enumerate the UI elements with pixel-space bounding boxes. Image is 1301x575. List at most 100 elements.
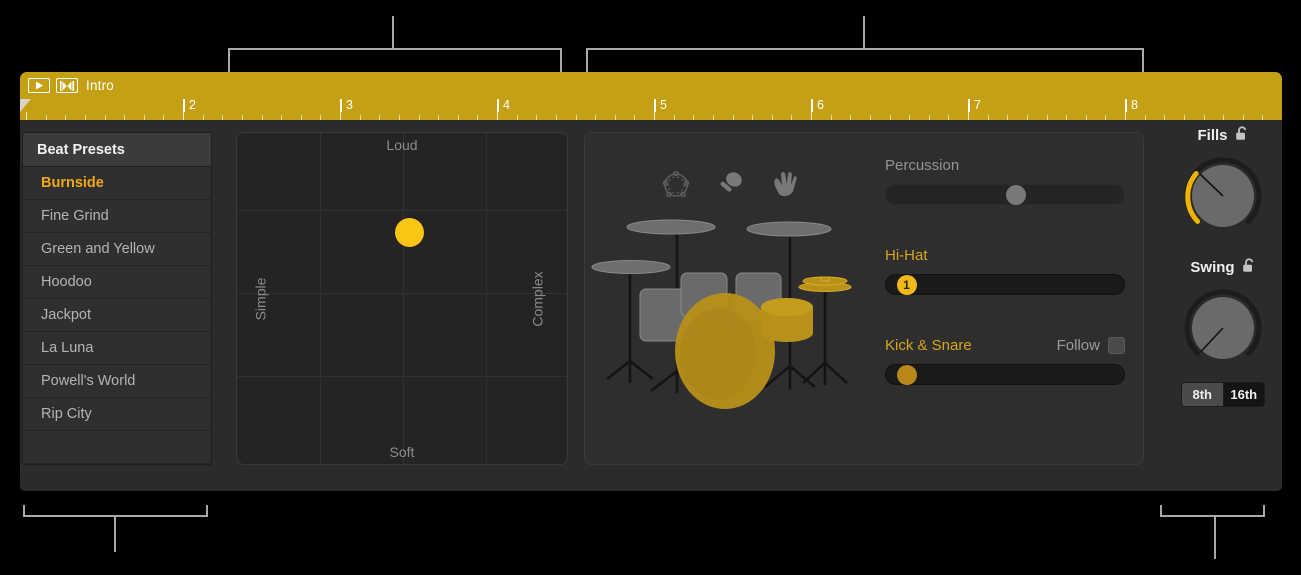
mix-slider-knob[interactable]: 1 [896, 274, 917, 295]
preset-item[interactable]: Green and Yellow [23, 233, 211, 266]
callout-stem [863, 16, 865, 48]
callout-leg-right [560, 48, 562, 72]
beat-presets-list[interactable]: Beat Presets Burnside Fine Grind Green and… [22, 132, 212, 465]
xy-grid-line [486, 133, 487, 464]
drum-panel-wrap: Percussion Hi-Hat 1 Kick & Snare Follow [584, 132, 1144, 491]
unlocked-padlock-icon[interactable] [1235, 125, 1249, 145]
xy-label-complex: Complex [529, 270, 546, 327]
mix-slider[interactable] [885, 184, 1125, 205]
swing-knob[interactable] [1181, 286, 1265, 370]
fills-title-row: Fills [1164, 124, 1282, 146]
xy-grid-line [320, 133, 321, 464]
ruler-bar-label: 2 [183, 99, 196, 112]
follow-tempo-icon[interactable] [56, 78, 78, 93]
fills-label: Fills [1197, 126, 1228, 144]
ruler-bar-label: 7 [968, 99, 981, 112]
callout-leg-right [206, 505, 208, 517]
xy-grid-line [237, 293, 567, 294]
preset-item[interactable]: Rip City [23, 398, 211, 431]
shaker-icon[interactable] [715, 169, 745, 204]
ruler-tick [654, 112, 655, 120]
preset-item-label: La Luna [41, 340, 94, 356]
preset-item[interactable]: Jackpot [23, 299, 211, 332]
ruler-tick [968, 112, 969, 120]
callout-bar [228, 48, 562, 50]
preset-item[interactable]: Powell's World [23, 365, 211, 398]
mix-slider-knob[interactable] [1006, 184, 1026, 205]
drum-kit-panel: Percussion Hi-Hat 1 Kick & Snare Follow [584, 132, 1144, 465]
mix-controls: Percussion Hi-Hat 1 Kick & Snare Follow [875, 133, 1143, 464]
callout-stem [1214, 517, 1216, 559]
ruler-tick [1125, 112, 1126, 120]
mix-label-row: Percussion [885, 155, 1125, 175]
mix-control-group: Percussion [885, 155, 1125, 205]
ruler-tick [497, 112, 498, 120]
callout-stem [114, 517, 116, 552]
follow-toggle-wrap[interactable]: Follow [1056, 336, 1125, 354]
swing-division-segmented-control[interactable]: 8th 16th [1181, 382, 1265, 407]
region-header: Intro 2 3 4 5 6 7 8 [20, 72, 1282, 120]
callout-bar [1160, 515, 1265, 517]
drummer-plugin-window: Intro 2 3 4 5 6 7 8 Beat Presets Burnside Fine … [20, 72, 1282, 491]
swing-division-option[interactable]: 8th [1182, 383, 1223, 406]
unlocked-padlock-icon[interactable] [1242, 257, 1256, 277]
preset-item-label: Jackpot [41, 307, 91, 323]
mix-control-group: Kick & Snare Follow [885, 335, 1125, 385]
preset-item[interactable]: Burnside [23, 167, 211, 200]
right-rail: Fills Swing 8th 16th [1164, 120, 1282, 491]
preset-item[interactable]: La Luna [23, 332, 211, 365]
clap-icon[interactable] [769, 169, 799, 204]
mix-label-row: Hi-Hat [885, 245, 1125, 265]
preset-item-label: Rip City [41, 406, 92, 422]
ruler-tick [811, 112, 812, 120]
swing-division-option[interactable]: 16th [1222, 383, 1264, 406]
mix-control-label: Kick & Snare [885, 336, 972, 354]
mix-control-label: Percussion [885, 156, 960, 174]
callout-leg-right [1142, 48, 1144, 72]
fills-knob[interactable] [1181, 154, 1265, 238]
ruler-tick [183, 112, 184, 120]
preset-item-label: Green and Yellow [41, 241, 155, 257]
preset-item-label: Powell's World [41, 373, 136, 389]
callout-bar [586, 48, 1144, 50]
mix-control-group: Hi-Hat 1 [885, 245, 1125, 295]
region-name-label: Intro [86, 78, 115, 93]
preset-item-label: Fine Grind [41, 208, 109, 224]
drum-kit-art-area [585, 133, 875, 464]
mix-slider-knob[interactable] [896, 364, 917, 385]
xy-pad[interactable]: Loud Soft Simple Complex [236, 132, 568, 465]
region-header-top: Intro [20, 72, 1282, 99]
xy-pad-wrap: Loud Soft Simple Complex [236, 132, 568, 491]
plugin-body: Beat Presets Burnside Fine Grind Green and… [20, 120, 1282, 491]
bar-ruler[interactable]: 2 3 4 5 6 7 8 [20, 99, 1282, 120]
mix-slider[interactable] [885, 364, 1125, 385]
xy-grid-line [403, 133, 404, 464]
mix-slider[interactable]: 1 [885, 274, 1125, 295]
play-icon[interactable] [28, 78, 50, 93]
tambourine-icon[interactable] [661, 169, 691, 204]
ruler-bar-label: 3 [340, 99, 353, 112]
callout-top-right [586, 16, 1144, 72]
ruler-bar-label: 5 [654, 99, 667, 112]
callout-bottom-right [1160, 505, 1265, 559]
xy-label-soft: Soft [389, 444, 415, 460]
swing-label: Swing [1190, 258, 1235, 276]
follow-checkbox[interactable] [1108, 336, 1125, 354]
ruler-tick [340, 112, 341, 120]
preset-item-label: Hoodoo [41, 274, 92, 290]
drum-kit-illustration[interactable] [585, 211, 875, 431]
mix-label-row: Kick & Snare Follow [885, 335, 1125, 355]
preset-item[interactable]: Fine Grind [23, 200, 211, 233]
preset-item[interactable]: Hoodoo [23, 266, 211, 299]
callout-leg-left [1160, 505, 1162, 517]
preset-list-filler [23, 431, 211, 464]
ruler-tick [26, 112, 27, 120]
percussion-icon-row [661, 169, 799, 204]
playhead-marker[interactable] [20, 99, 31, 112]
callout-leg-left [228, 48, 230, 72]
ruler-bar-label: 6 [811, 99, 824, 112]
follow-label: Follow [1056, 336, 1100, 354]
xy-pad-puck[interactable] [395, 218, 425, 248]
ruler-bar-label: 4 [497, 99, 510, 112]
callout-leg-left [586, 48, 588, 72]
